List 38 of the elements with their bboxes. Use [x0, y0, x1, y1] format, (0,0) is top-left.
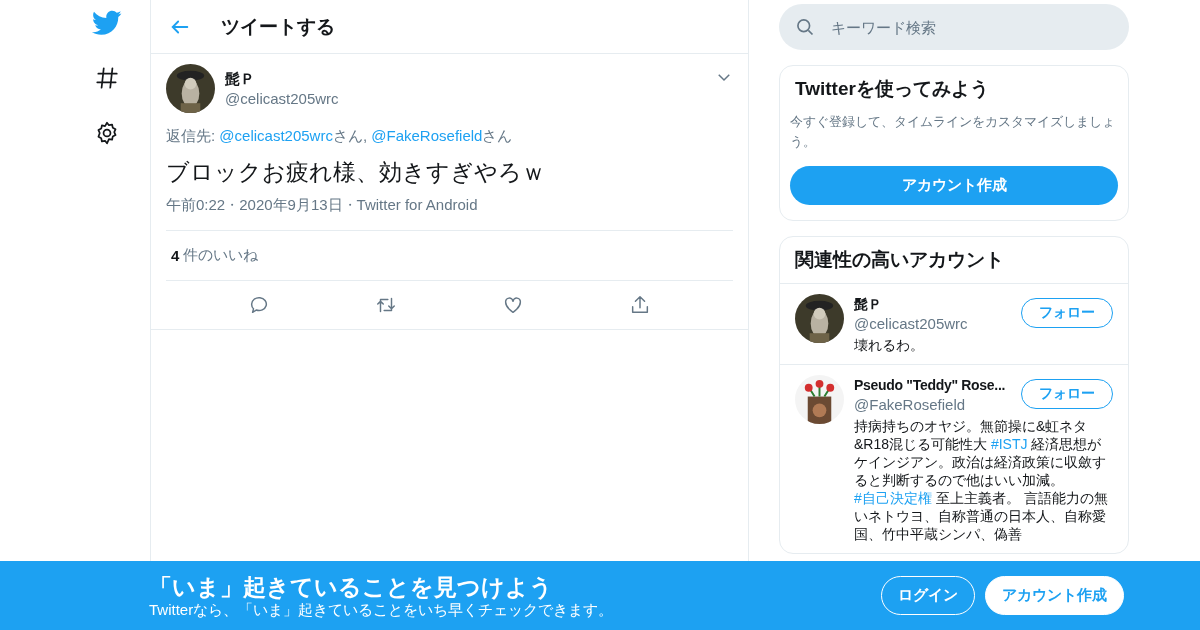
- tweet-text: ブロックお疲れ様、効きすぎやろｗ: [166, 158, 546, 187]
- hashtag-link[interactable]: #ISTJ: [990, 436, 1028, 452]
- account-name: 髭Ｐ: [854, 295, 883, 314]
- user-name: 髭Ｐ: [225, 68, 256, 89]
- signup-button[interactable]: アカウント作成: [790, 166, 1118, 205]
- account-handle: @FakeRosefield: [854, 395, 967, 415]
- hashtag-link[interactable]: #自己決定権: [854, 490, 932, 506]
- tweet-meta: 2020年9月13日: [239, 196, 343, 215]
- follow-button[interactable]: フォロー: [1021, 379, 1113, 409]
- likes-count: 4: [171, 247, 180, 264]
- home-button[interactable]: [92, 8, 122, 38]
- hashtag-icon: [94, 65, 120, 91]
- bird-logo-icon: [92, 10, 122, 36]
- separator-dot: ・: [343, 197, 356, 214]
- banner-title: 「いま」起きていることを見つけよう: [149, 572, 554, 601]
- account-bio: 壊れるわ。: [854, 336, 925, 354]
- account-name: Pseudo "Teddy" Rose...: [854, 376, 1007, 395]
- separator-dot: ・: [226, 197, 239, 214]
- user-handle: @celicast205wrc: [225, 88, 340, 109]
- tweet-meta: 午前0:22: [166, 196, 226, 215]
- account-handle: @celicast205wrc: [854, 314, 969, 334]
- card-text: 今すぐ登録して、タイムラインをカスタマイズしましょう。: [789, 113, 1116, 151]
- search-field[interactable]: キーワード検索: [779, 4, 1129, 50]
- card-title: Twitterを使ってみよう: [794, 77, 990, 101]
- login-button[interactable]: ログイン: [881, 576, 975, 615]
- search-icon: [795, 17, 815, 37]
- signup-button[interactable]: アカウント作成: [985, 576, 1124, 615]
- card-title: 関連性の高いアカウント: [794, 248, 1005, 272]
- search-input[interactable]: キーワード検索: [829, 17, 1113, 37]
- account-bio: 持病持ちのオヤジ。無節操に&虹ネタ&R18混じる可能性大 #ISTJ 経済思想がケインジアン。政治は経済政策に収斂すると判断するので他はいい加減。 #自己決定権 至上主義者。 言語能力の無いネトウヨ、自称普通の日本人、自称愛国、竹中平蔵シンパ、偽善: [854, 417, 1109, 543]
- page-title: ツイートする: [221, 14, 335, 39]
- reply-to-text: 返信先: @celicast205wrcさん, @FakeRosefieldさん: [166, 127, 514, 146]
- banner-subtitle: Twitterなら、「いま」起きていることをいち早くチェックできます。: [149, 600, 614, 619]
- follow-button[interactable]: フォロー: [1021, 298, 1113, 328]
- mention-link[interactable]: @celicast205wrc: [219, 127, 333, 144]
- tweet-meta: Twitter for Android: [356, 196, 478, 215]
- likes-label: 件のいいね: [183, 246, 259, 265]
- mention-link[interactable]: @FakeRosefield: [371, 127, 483, 144]
